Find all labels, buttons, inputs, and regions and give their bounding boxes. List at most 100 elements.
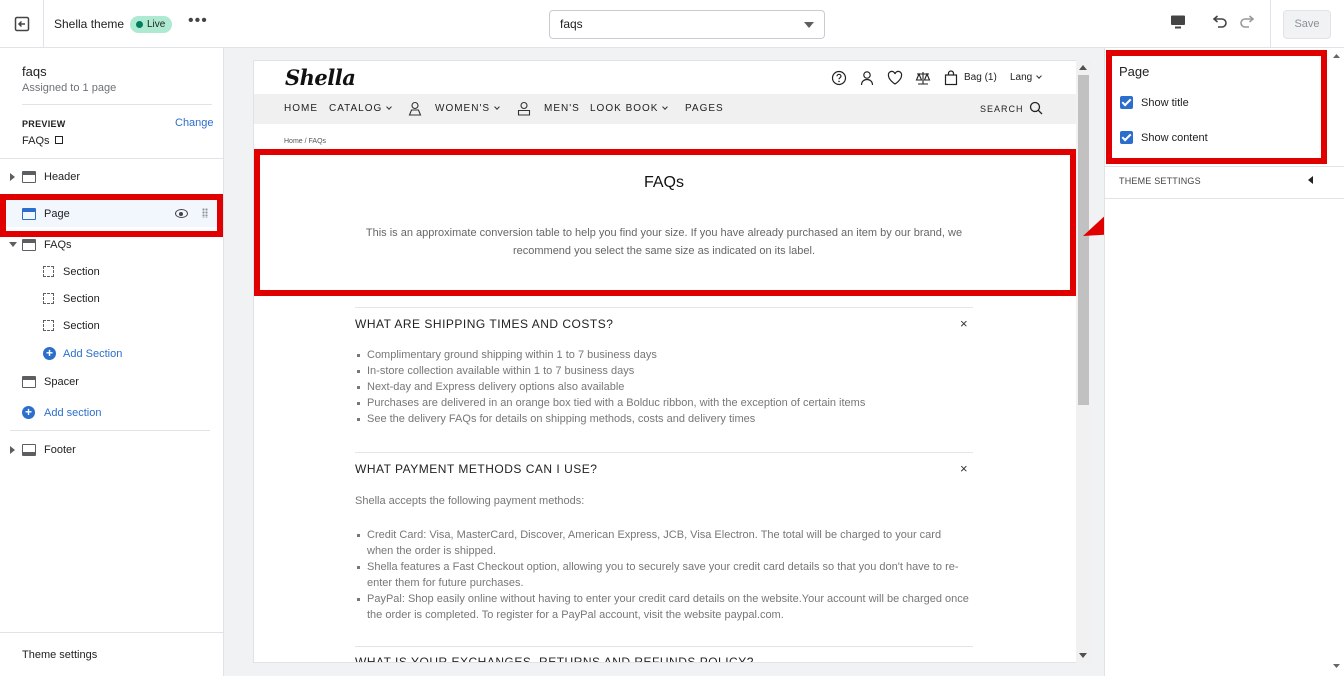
sidebar-item-spacer[interactable]: Spacer bbox=[0, 368, 223, 395]
theme-settings-label: Theme settings bbox=[22, 649, 98, 661]
external-link-icon bbox=[54, 136, 63, 144]
list-item: Credit Card: Visa, MasterCard, Discover,… bbox=[355, 527, 970, 559]
redo-icon bbox=[1240, 15, 1255, 28]
faq-answer-intro: Shella accepts the following payment met… bbox=[355, 495, 585, 507]
help-icon[interactable] bbox=[831, 70, 847, 86]
expand-arrow-icon bbox=[10, 446, 15, 454]
exit-icon bbox=[14, 16, 29, 32]
plus-circle-icon: + bbox=[22, 406, 35, 419]
collapse-arrow-icon[interactable] bbox=[1308, 176, 1313, 184]
theme-settings-button[interactable]: Theme settings bbox=[0, 632, 224, 676]
nav-item-home[interactable]: HOME bbox=[284, 103, 318, 114]
block-icon bbox=[43, 320, 54, 331]
compare-icon[interactable] bbox=[915, 70, 931, 86]
add-block-button[interactable]: + Add Section bbox=[0, 340, 223, 367]
scrollbar-thumb[interactable] bbox=[1078, 75, 1089, 405]
highlight-box bbox=[1106, 50, 1327, 164]
breadcrumb: Home / FAQs bbox=[284, 138, 327, 145]
language-selector[interactable]: Lang bbox=[1010, 72, 1043, 83]
template-assignment: Assigned to 1 page bbox=[22, 82, 117, 94]
desktop-icon bbox=[1171, 15, 1185, 29]
list-item: PayPal: Shop easily online without havin… bbox=[355, 591, 970, 623]
scroll-down-arrow-icon[interactable] bbox=[1079, 653, 1087, 658]
nav-item-womens[interactable]: WOMEN'S bbox=[435, 103, 500, 114]
list-item: Purchases are delivered in an orange box… bbox=[355, 395, 975, 411]
divider bbox=[355, 646, 973, 647]
desktop-view-button[interactable] bbox=[1170, 14, 1186, 35]
search-icon[interactable] bbox=[1029, 101, 1043, 118]
divider bbox=[22, 104, 212, 105]
panel-scrollbar[interactable] bbox=[1330, 50, 1343, 672]
theme-name: Shella theme bbox=[54, 17, 125, 31]
nav-item-catalog[interactable]: CATALOG bbox=[329, 103, 393, 114]
add-block-label: Add Section bbox=[63, 347, 123, 360]
sidebar-item-header[interactable]: Header bbox=[0, 163, 223, 190]
undo-button[interactable] bbox=[1210, 13, 1228, 36]
sidebar-item-label: Section bbox=[63, 292, 100, 305]
list-item: Complimentary ground shipping within 1 t… bbox=[355, 347, 975, 363]
close-icon[interactable]: × bbox=[960, 461, 968, 476]
main-navigation: HOME CATALOG WOMEN'S MEN'S LOOK BOOK PAG… bbox=[254, 94, 1090, 124]
plus-circle-icon: + bbox=[43, 347, 56, 360]
theme-settings-toggle[interactable]: THEME SETTINGS bbox=[1119, 176, 1201, 186]
change-preview-link[interactable]: Change bbox=[175, 117, 214, 129]
chevron-down-icon bbox=[662, 104, 669, 110]
redo-button[interactable] bbox=[1239, 13, 1257, 36]
block-icon bbox=[43, 293, 54, 304]
live-status-badge: Live bbox=[130, 16, 173, 33]
nav-item-label: CATALOG bbox=[329, 103, 383, 114]
sidebar-item-label: FAQs bbox=[44, 238, 72, 251]
template-title: faqs bbox=[22, 64, 47, 79]
nav-item-label: LOOK BOOK bbox=[590, 103, 659, 114]
bag-link[interactable]: Bag (1) bbox=[964, 72, 997, 83]
faq-question[interactable]: WHAT ARE SHIPPING TIMES AND COSTS? bbox=[355, 317, 613, 331]
list-item: Shella features a Fast Checkout option, … bbox=[355, 559, 970, 591]
header-section-icon bbox=[22, 171, 36, 183]
save-button[interactable]: Save bbox=[1283, 10, 1331, 39]
faq-question[interactable]: WHAT PAYMENT METHODS CAN I USE? bbox=[355, 462, 597, 476]
sidebar-subitem-section[interactable]: Section bbox=[0, 258, 223, 285]
nav-item-lookbook[interactable]: LOOK BOOK bbox=[590, 103, 669, 114]
sidebar-item-label: Header bbox=[44, 170, 81, 183]
sidebar-item-footer[interactable]: Footer bbox=[0, 436, 223, 463]
spacer-section-icon bbox=[22, 376, 36, 388]
exit-button[interactable] bbox=[0, 0, 44, 48]
divider bbox=[1105, 198, 1344, 199]
preview-page-link[interactable]: FAQs bbox=[22, 135, 63, 147]
wishlist-heart-icon[interactable] bbox=[887, 70, 903, 86]
sidebar-item-label: Spacer bbox=[44, 375, 79, 388]
divider bbox=[10, 430, 210, 431]
bag-icon[interactable] bbox=[943, 70, 959, 86]
footer-section-icon bbox=[22, 444, 36, 456]
sidebar-item-label: Section bbox=[63, 265, 100, 278]
more-actions-button[interactable]: ••• bbox=[188, 12, 208, 30]
faq-question[interactable]: WHAT IS YOUR EXCHANGES, RETURNS AND REFU… bbox=[355, 655, 754, 662]
collapse-arrow-icon bbox=[9, 242, 17, 247]
chevron-down-icon bbox=[386, 104, 393, 110]
account-icon[interactable] bbox=[859, 70, 875, 86]
close-icon[interactable]: × bbox=[960, 316, 968, 331]
scroll-up-arrow-icon[interactable] bbox=[1079, 65, 1087, 70]
page-template-select[interactable]: faqs bbox=[549, 10, 825, 39]
add-section-button[interactable]: + Add section bbox=[0, 399, 223, 426]
search-label: SEARCH bbox=[980, 104, 1024, 114]
preview-label: PREVIEW bbox=[22, 119, 66, 129]
search-link[interactable]: SEARCH bbox=[980, 104, 1024, 114]
list-item: Next-day and Express delivery options al… bbox=[355, 379, 975, 395]
block-icon bbox=[43, 266, 54, 277]
sidebar-subitem-section[interactable]: Section bbox=[0, 312, 223, 339]
sidebar-subitem-section[interactable]: Section bbox=[0, 285, 223, 312]
list-item: See the delivery FAQs for details on shi… bbox=[355, 411, 975, 427]
nav-item-pages[interactable]: PAGES bbox=[685, 103, 724, 114]
nav-item-mens[interactable]: MEN'S bbox=[544, 103, 580, 114]
highlight-box bbox=[0, 194, 223, 237]
page-template-value: faqs bbox=[560, 17, 583, 31]
expand-arrow-icon bbox=[10, 173, 15, 181]
preview-scrollbar[interactable] bbox=[1076, 60, 1091, 663]
top-bar: Shella theme Live ••• faqs Save bbox=[0, 0, 1344, 48]
faqs-section-icon bbox=[22, 239, 36, 251]
faq-answer-list: Complimentary ground shipping within 1 t… bbox=[355, 347, 975, 427]
divider bbox=[0, 158, 224, 159]
store-logo[interactable]: Shella bbox=[285, 65, 356, 90]
list-item: In-store collection available within 1 t… bbox=[355, 363, 975, 379]
